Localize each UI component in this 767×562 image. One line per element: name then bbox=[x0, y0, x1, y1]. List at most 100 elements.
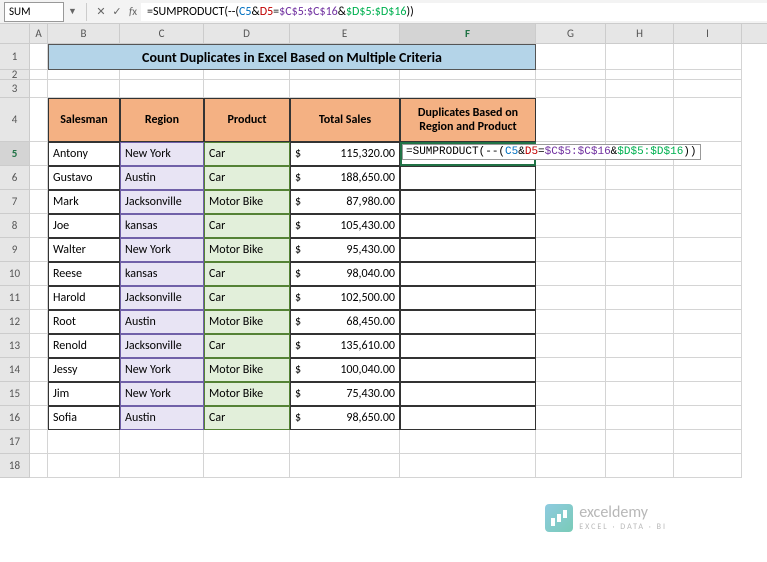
name-box[interactable]: SUM bbox=[4, 2, 64, 22]
cell[interactable] bbox=[674, 44, 742, 70]
formula-input[interactable]: =SUMPRODUCT(--(C5&D5=$C$5:$C$16&$D$5:$D$… bbox=[141, 3, 767, 21]
row-header-1[interactable]: 1 bbox=[0, 44, 30, 70]
row-header-2[interactable]: 2 bbox=[0, 70, 30, 80]
cell[interactable] bbox=[400, 286, 536, 310]
sales-cell[interactable]: $87,980.00 bbox=[290, 190, 400, 214]
region-cell[interactable]: kansas bbox=[120, 262, 204, 286]
cell[interactable] bbox=[400, 190, 536, 214]
sales-cell[interactable]: $100,040.00 bbox=[290, 358, 400, 382]
row-header-11[interactable]: 11 bbox=[0, 286, 30, 310]
sales-cell[interactable]: $98,040.00 bbox=[290, 262, 400, 286]
title-cell[interactable]: Count Duplicates in Excel Based on Multi… bbox=[48, 44, 536, 70]
name-box-dropdown-icon[interactable]: ▼ bbox=[68, 6, 80, 17]
product-cell[interactable]: Car bbox=[204, 406, 290, 430]
product-cell[interactable]: Motor Bike bbox=[204, 358, 290, 382]
region-cell[interactable]: Jacksonville bbox=[120, 286, 204, 310]
product-cell[interactable]: Motor Bike bbox=[204, 382, 290, 406]
select-all-corner[interactable] bbox=[0, 24, 30, 43]
product-cell[interactable]: Car bbox=[204, 334, 290, 358]
cell[interactable] bbox=[400, 406, 536, 430]
col-header-C[interactable]: C bbox=[120, 24, 204, 43]
region-cell[interactable]: Austin bbox=[120, 166, 204, 190]
salesman-cell[interactable]: Jim bbox=[48, 382, 120, 406]
header-salesman[interactable]: Salesman bbox=[48, 98, 120, 142]
row-header-6[interactable]: 6 bbox=[0, 166, 30, 190]
header-product[interactable]: Product bbox=[204, 98, 290, 142]
region-cell[interactable]: New York bbox=[120, 358, 204, 382]
product-cell[interactable]: Car bbox=[204, 286, 290, 310]
col-header-B[interactable]: B bbox=[48, 24, 120, 43]
cell[interactable] bbox=[400, 310, 536, 334]
enter-icon[interactable]: ✓ bbox=[109, 5, 125, 18]
region-cell[interactable]: New York bbox=[120, 142, 204, 166]
sales-cell[interactable]: $105,430.00 bbox=[290, 214, 400, 238]
product-cell[interactable]: Motor Bike bbox=[204, 190, 290, 214]
row-header-3[interactable]: 3 bbox=[0, 80, 30, 98]
salesman-cell[interactable]: Joe bbox=[48, 214, 120, 238]
salesman-cell[interactable]: Jessy bbox=[48, 358, 120, 382]
salesman-cell[interactable]: Antony bbox=[48, 142, 120, 166]
sales-cell[interactable]: $188,650.00 bbox=[290, 166, 400, 190]
header-region[interactable]: Region bbox=[120, 98, 204, 142]
salesman-cell[interactable]: Sofia bbox=[48, 406, 120, 430]
salesman-cell[interactable]: Reese bbox=[48, 262, 120, 286]
region-cell[interactable]: Jacksonville bbox=[120, 190, 204, 214]
active-cell-F5[interactable]: =SUMPRODUCT(--(C5&D5=$C$5:$C$16&$D$5:$D$… bbox=[400, 142, 536, 166]
cell[interactable] bbox=[400, 358, 536, 382]
region-cell[interactable]: Austin bbox=[120, 310, 204, 334]
col-header-E[interactable]: E bbox=[290, 24, 400, 43]
region-cell[interactable]: New York bbox=[120, 238, 204, 262]
sales-cell[interactable]: $98,650.00 bbox=[290, 406, 400, 430]
row-header-7[interactable]: 7 bbox=[0, 190, 30, 214]
col-header-F[interactable]: F bbox=[400, 24, 536, 43]
product-cell[interactable]: Motor Bike bbox=[204, 310, 290, 334]
sales-cell[interactable]: $68,450.00 bbox=[290, 310, 400, 334]
product-cell[interactable]: Car bbox=[204, 214, 290, 238]
region-cell[interactable]: New York bbox=[120, 382, 204, 406]
col-header-D[interactable]: D bbox=[204, 24, 290, 43]
region-cell[interactable]: Jacksonville bbox=[120, 334, 204, 358]
row-header-18[interactable]: 18 bbox=[0, 454, 30, 478]
row-header-15[interactable]: 15 bbox=[0, 382, 30, 406]
cell[interactable] bbox=[400, 262, 536, 286]
row-header-8[interactable]: 8 bbox=[0, 214, 30, 238]
col-header-I[interactable]: I bbox=[674, 24, 742, 43]
row-header-10[interactable]: 10 bbox=[0, 262, 30, 286]
spreadsheet-grid[interactable]: A B C D E F G H I 1 Count Duplicates in … bbox=[0, 24, 767, 478]
sales-cell[interactable]: $95,430.00 bbox=[290, 238, 400, 262]
cancel-icon[interactable]: ✕ bbox=[93, 5, 109, 18]
row-header-14[interactable]: 14 bbox=[0, 358, 30, 382]
formula-edit-overlay[interactable]: =SUMPRODUCT(--(C5&D5=$C$5:$C$16&$D$5:$D$… bbox=[402, 144, 701, 160]
product-cell[interactable]: Motor Bike bbox=[204, 238, 290, 262]
region-cell[interactable]: Austin bbox=[120, 406, 204, 430]
sales-cell[interactable]: $75,430.00 bbox=[290, 382, 400, 406]
cell[interactable] bbox=[536, 44, 606, 70]
col-header-H[interactable]: H bbox=[606, 24, 674, 43]
product-cell[interactable]: Car bbox=[204, 142, 290, 166]
product-cell[interactable]: Car bbox=[204, 166, 290, 190]
salesman-cell[interactable]: Gustavo bbox=[48, 166, 120, 190]
header-sales[interactable]: Total Sales bbox=[290, 98, 400, 142]
salesman-cell[interactable]: Root bbox=[48, 310, 120, 334]
row-header-17[interactable]: 17 bbox=[0, 430, 30, 454]
region-cell[interactable]: kansas bbox=[120, 214, 204, 238]
sales-cell[interactable]: $102,500.00 bbox=[290, 286, 400, 310]
salesman-cell[interactable]: Harold bbox=[48, 286, 120, 310]
salesman-cell[interactable]: Walter bbox=[48, 238, 120, 262]
row-header-9[interactable]: 9 bbox=[0, 238, 30, 262]
row-header-13[interactable]: 13 bbox=[0, 334, 30, 358]
row-header-12[interactable]: 12 bbox=[0, 310, 30, 334]
cell[interactable] bbox=[400, 382, 536, 406]
sales-cell[interactable]: $115,320.00 bbox=[290, 142, 400, 166]
cell[interactable] bbox=[400, 334, 536, 358]
cell[interactable] bbox=[400, 166, 536, 190]
col-header-G[interactable]: G bbox=[536, 24, 606, 43]
col-header-A[interactable]: A bbox=[30, 24, 48, 43]
product-cell[interactable]: Car bbox=[204, 262, 290, 286]
cell[interactable] bbox=[30, 44, 48, 70]
row-header-16[interactable]: 16 bbox=[0, 406, 30, 430]
sales-cell[interactable]: $135,610.00 bbox=[290, 334, 400, 358]
cell[interactable] bbox=[400, 214, 536, 238]
cell[interactable] bbox=[606, 44, 674, 70]
fx-icon[interactable]: fx bbox=[125, 5, 141, 18]
